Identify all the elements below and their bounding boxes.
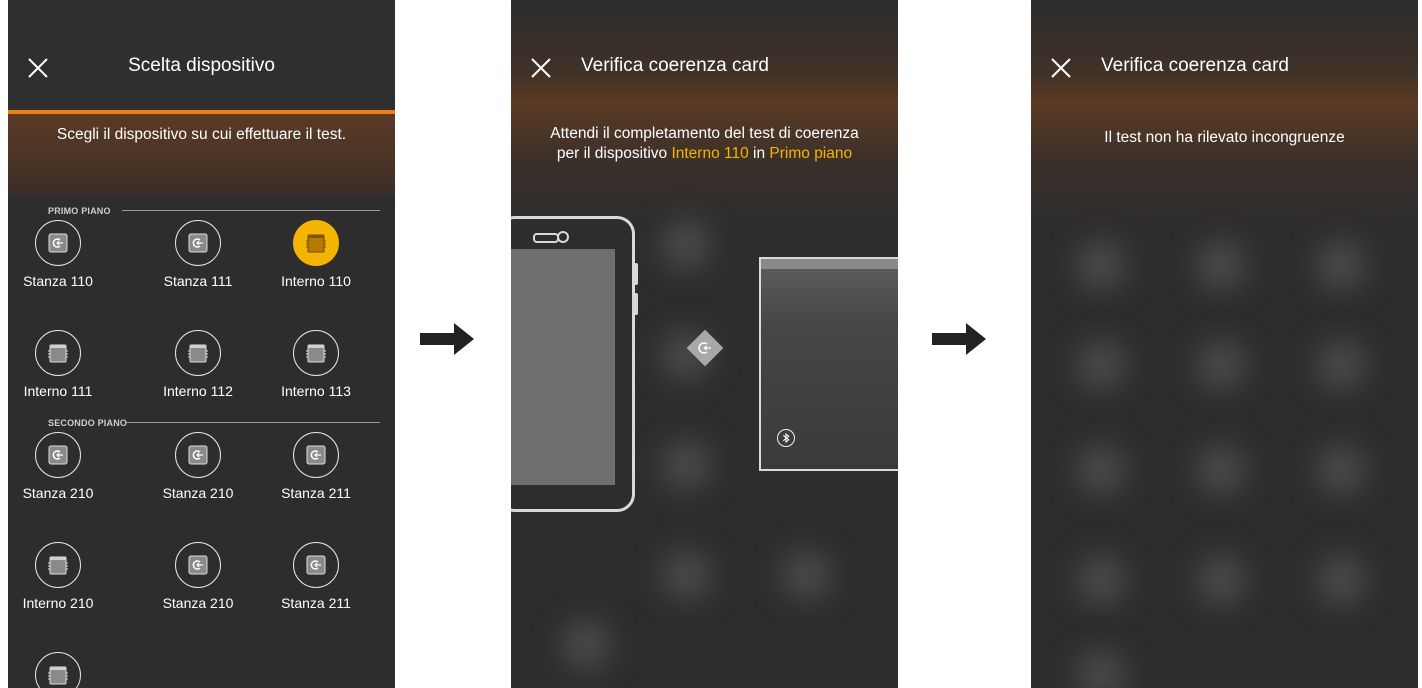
- background-blur: [1316, 240, 1366, 290]
- page-title: Verifica coerenza card: [1101, 55, 1289, 76]
- result-message: Il test non ha rilevato incongruenze: [1104, 129, 1345, 146]
- device-icon: [35, 652, 81, 688]
- device-icon: [293, 220, 339, 266]
- section-label-primo-piano: PRIMO PIANO: [48, 206, 111, 216]
- background-blur: [1196, 340, 1246, 390]
- top-bar: Scelta dispositivo: [8, 0, 395, 112]
- background-glow: [1031, 0, 1418, 230]
- device-label: Interno 110: [281, 273, 351, 289]
- background-blur: [1076, 650, 1126, 688]
- device-illustration: [759, 257, 898, 471]
- device-label: Stanza 110: [23, 273, 93, 289]
- bluetooth-icon: [777, 429, 795, 447]
- room-card-icon: [175, 432, 221, 478]
- room-card-icon: [35, 220, 81, 266]
- section-divider: [126, 422, 380, 423]
- device-label: Stanza 211: [281, 485, 351, 501]
- page-title: Verifica coerenza card: [581, 55, 769, 76]
- phone-screen: [511, 249, 615, 485]
- floor-name: Primo piano: [769, 145, 853, 162]
- background-blur: [1316, 555, 1366, 605]
- phone-speaker: [533, 233, 559, 243]
- background-blur: [1076, 340, 1126, 390]
- arrow-right-icon: [420, 323, 474, 355]
- card-check-result-screen: Verifica coerenza card Il test non ha ri…: [1031, 0, 1418, 688]
- phone-side-button: [634, 293, 638, 315]
- device-label: Interno 112: [163, 383, 233, 399]
- background-blur: [1076, 240, 1126, 290]
- phone-illustration: [511, 216, 638, 512]
- device-top-edge: [761, 259, 898, 269]
- page-title: Scelta dispositivo: [128, 55, 275, 76]
- background-blur: [1316, 340, 1366, 390]
- device-stanza-111[interactable]: Stanza 111: [148, 220, 248, 289]
- background-blur: [661, 220, 711, 270]
- device-label: Stanza 210: [162, 595, 234, 611]
- device-stanza-210[interactable]: Stanza 210: [8, 432, 108, 501]
- device-stanza-211-b[interactable]: Stanza 211: [266, 542, 366, 611]
- room-card-icon: [175, 220, 221, 266]
- background-blur: [781, 550, 831, 600]
- device-icon: [293, 330, 339, 376]
- device-label: Stanza 111: [163, 273, 233, 289]
- device-label: Interno 111: [23, 383, 93, 399]
- room-card-icon: [293, 432, 339, 478]
- card-check-progress-screen: Verifica coerenza card Attendi il comple…: [511, 0, 898, 688]
- close-icon[interactable]: [1049, 56, 1073, 80]
- progress-message: Attendi il completamento del test di coe…: [511, 124, 898, 164]
- background-glow: [511, 0, 898, 230]
- background-blur: [1076, 445, 1126, 495]
- message-line-1: Attendi il completamento del test di coe…: [550, 125, 859, 142]
- device-stanza-210-b[interactable]: Stanza 210: [148, 542, 248, 611]
- background-blur: [1316, 445, 1366, 495]
- instruction-text: Scegli il dispositivo su cui effettuare …: [56, 126, 347, 143]
- section-divider: [122, 210, 380, 211]
- device-interno-112[interactable]: Interno 112: [148, 330, 248, 399]
- device-interno-110[interactable]: Interno 110: [266, 220, 366, 289]
- message-prefix: per il dispositivo: [556, 145, 672, 162]
- background-blur: [561, 620, 611, 670]
- room-card-icon: [35, 432, 81, 478]
- device-name: Interno 110: [671, 145, 749, 162]
- device-icon: [175, 330, 221, 376]
- background-blur: [1196, 555, 1246, 605]
- device-partial[interactable]: [8, 652, 108, 688]
- device-icon: [35, 330, 81, 376]
- close-icon[interactable]: [529, 56, 553, 80]
- device-label: Interno 113: [281, 383, 351, 399]
- device-label: Interno 210: [22, 595, 94, 611]
- device-interno-113[interactable]: Interno 113: [266, 330, 366, 399]
- arrow-right-icon: [932, 323, 986, 355]
- background-blur: [1196, 240, 1246, 290]
- device-label: Stanza 211: [281, 595, 351, 611]
- phone-side-button: [634, 263, 638, 285]
- background-blur: [1076, 555, 1126, 605]
- device-icon: [35, 542, 81, 588]
- device-label: Stanza 210: [22, 485, 94, 501]
- room-card-icon: [175, 542, 221, 588]
- background-blur: [1196, 445, 1246, 495]
- device-stanza-110[interactable]: Stanza 110: [8, 220, 108, 289]
- device-choice-screen: Scelta dispositivo Scegli il dispositivo…: [8, 0, 395, 688]
- room-card-icon: [293, 542, 339, 588]
- background-blur: [661, 550, 711, 600]
- message-in: in: [748, 145, 770, 162]
- device-label: Stanza 210: [162, 485, 234, 501]
- device-interno-210[interactable]: Interno 210: [8, 542, 108, 611]
- phone-camera: [557, 231, 569, 243]
- message-line-2: per il dispositivo Interno 110 in Primo …: [511, 144, 898, 164]
- device-stanza-210[interactable]: Stanza 210: [148, 432, 248, 501]
- device-interno-111[interactable]: Interno 111: [8, 330, 108, 399]
- background-blur: [661, 440, 711, 490]
- card-arrow-icon: [698, 342, 711, 354]
- section-label-secondo-piano: SECONDO PIANO: [48, 418, 128, 428]
- device-stanza-211[interactable]: Stanza 211: [266, 432, 366, 501]
